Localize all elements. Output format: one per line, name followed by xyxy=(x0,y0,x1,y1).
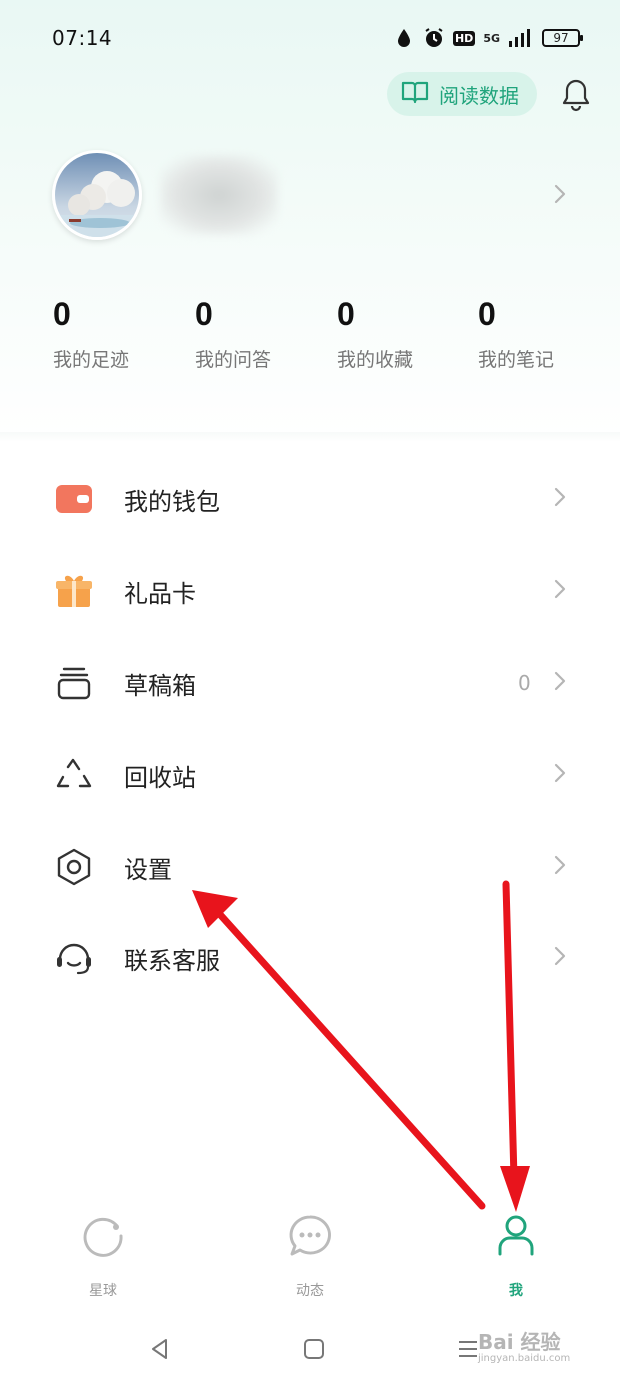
menu-item-gift-card[interactable]: 礼品卡 xyxy=(0,551,620,631)
wallet-icon xyxy=(54,479,94,519)
headset-icon xyxy=(54,938,94,978)
menu-item-drafts[interactable]: 草稿箱 0 xyxy=(0,643,620,723)
stat-label: 我的收藏 xyxy=(337,349,414,371)
menu-label: 礼品卡 xyxy=(124,579,196,608)
home-icon[interactable] xyxy=(294,1332,334,1366)
stat-label: 我的问答 xyxy=(195,349,272,371)
bell-icon[interactable] xyxy=(560,78,592,112)
bottom-tab-bar: 星球 动态 我 xyxy=(0,1212,620,1312)
hd-badge: HD xyxy=(452,30,476,46)
stat-favorites[interactable]: 0 我的收藏 xyxy=(337,296,413,372)
section-divider xyxy=(0,432,620,442)
status-bar: 07:14 HD 5G 97 xyxy=(0,0,620,76)
stat-questions[interactable]: 0 我的问答 xyxy=(195,296,271,372)
read-data-label: 阅读数据 xyxy=(439,83,519,108)
profile-chevron-right-icon[interactable] xyxy=(552,182,568,210)
watermark: Bai 经验 jingyan.baidu.com xyxy=(478,1326,570,1364)
signal-icon xyxy=(508,27,530,49)
tab-planet[interactable]: 星球 xyxy=(43,1212,163,1300)
planet-icon xyxy=(79,1212,127,1260)
menu-label: 我的钱包 xyxy=(124,487,220,516)
watermark-brand: Bai 经验 xyxy=(478,1330,561,1354)
person-icon xyxy=(492,1212,540,1260)
chevron-right-icon xyxy=(552,761,568,789)
chevron-right-icon xyxy=(552,577,568,605)
gift-icon xyxy=(54,571,94,611)
read-data-button[interactable]: 阅读数据 xyxy=(387,72,537,116)
chat-bubble-icon xyxy=(286,1212,334,1260)
menu-label: 回收站 xyxy=(124,763,196,792)
back-icon[interactable] xyxy=(140,1332,180,1366)
battery-indicator: 97 xyxy=(542,29,583,47)
tab-label: 我 xyxy=(509,1283,523,1299)
menu-item-recycle-bin[interactable]: 回收站 xyxy=(0,735,620,815)
stat-footprints[interactable]: 0 我的足迹 xyxy=(53,296,129,372)
tab-me[interactable]: 我 xyxy=(456,1212,576,1300)
stat-label: 我的笔记 xyxy=(478,349,555,371)
drafts-icon xyxy=(54,663,94,703)
menu-item-customer-service[interactable]: 联系客服 xyxy=(0,918,620,998)
menu-label: 联系客服 xyxy=(124,946,220,975)
chevron-right-icon xyxy=(552,485,568,513)
menu-label: 设置 xyxy=(124,855,172,884)
stat-value: 0 xyxy=(478,296,496,332)
tab-feed[interactable]: 动态 xyxy=(250,1212,370,1300)
menu-item-wallet[interactable]: 我的钱包 xyxy=(0,459,620,539)
recycle-icon xyxy=(54,755,94,795)
stat-notes[interactable]: 0 我的笔记 xyxy=(478,296,554,372)
chevron-right-icon xyxy=(552,944,568,972)
stat-value: 0 xyxy=(337,296,355,332)
chevron-right-icon xyxy=(552,853,568,881)
status-icons: HD 5G 97 xyxy=(393,27,583,49)
drop-icon xyxy=(393,27,415,49)
username-blurred[interactable] xyxy=(160,155,278,235)
tab-label: 动态 xyxy=(296,1283,324,1299)
network-label: 5G xyxy=(483,31,500,45)
stats-row: 0 我的足迹 0 我的问答 0 我的收藏 0 我的笔记 xyxy=(0,296,620,396)
watermark-url: jingyan.baidu.com xyxy=(478,1353,571,1364)
drafts-count: 0 xyxy=(518,671,531,695)
alarm-icon xyxy=(423,27,445,49)
avatar[interactable] xyxy=(52,150,142,240)
stat-value: 0 xyxy=(53,296,71,332)
stat-label: 我的足迹 xyxy=(53,349,130,371)
stat-value: 0 xyxy=(195,296,213,332)
menu-label: 草稿箱 xyxy=(124,671,196,700)
chevron-right-icon xyxy=(552,669,568,697)
book-icon xyxy=(401,80,429,108)
settings-icon xyxy=(54,847,94,887)
status-time: 07:14 xyxy=(52,26,113,50)
tab-label: 星球 xyxy=(89,1283,117,1299)
menu-item-settings[interactable]: 设置 xyxy=(0,827,620,907)
